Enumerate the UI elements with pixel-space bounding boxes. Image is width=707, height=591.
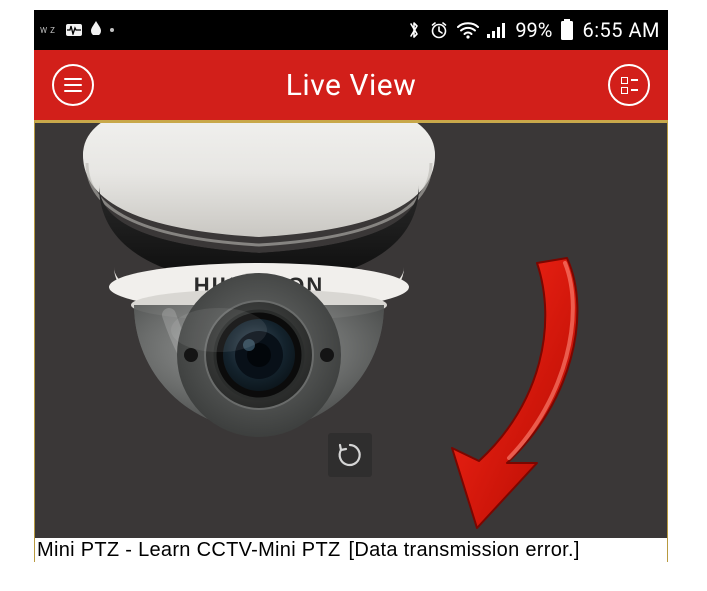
status-left: WZ bbox=[40, 21, 114, 39]
bluetooth-icon bbox=[407, 20, 421, 40]
cell-signal-icon bbox=[487, 21, 507, 39]
view-grid-icon bbox=[621, 77, 638, 94]
clock: 6:55 AM bbox=[582, 18, 660, 42]
hamburger-icon bbox=[64, 78, 82, 92]
status-right: 99% 6:55 AM bbox=[407, 18, 660, 42]
carrier-label: WZ bbox=[40, 26, 58, 35]
camera-brand-label: HIKVISION bbox=[194, 273, 324, 298]
page-title: Live View bbox=[286, 68, 417, 103]
view-mode-button[interactable] bbox=[608, 64, 650, 106]
retry-button[interactable] bbox=[328, 433, 372, 477]
app-frame: WZ 99% 6:5 bbox=[34, 10, 668, 562]
wifi-icon bbox=[457, 21, 479, 39]
menu-button[interactable] bbox=[52, 64, 94, 106]
battery-percentage: 99% bbox=[515, 18, 552, 42]
battery-icon bbox=[560, 19, 574, 41]
annotation-arrow bbox=[397, 253, 587, 533]
activity-icon bbox=[66, 24, 82, 36]
camera-image: HIKVISION bbox=[79, 120, 439, 455]
notification-dot-icon bbox=[110, 28, 114, 32]
alarm-icon bbox=[429, 20, 449, 40]
error-message: [Data transmission error.] bbox=[348, 539, 579, 562]
status-bar: WZ 99% 6:5 bbox=[34, 10, 668, 50]
water-drop-icon bbox=[90, 21, 102, 39]
app-header: Live View bbox=[34, 50, 668, 120]
stream-caption-bar: Mini PTZ - Learn CCTV-Mini PTZ [Data tra… bbox=[35, 538, 667, 562]
live-view-area[interactable]: HIKVISION bbox=[34, 120, 668, 562]
refresh-icon bbox=[335, 440, 365, 470]
camera-label: Mini PTZ - Learn CCTV-Mini PTZ bbox=[35, 539, 340, 562]
